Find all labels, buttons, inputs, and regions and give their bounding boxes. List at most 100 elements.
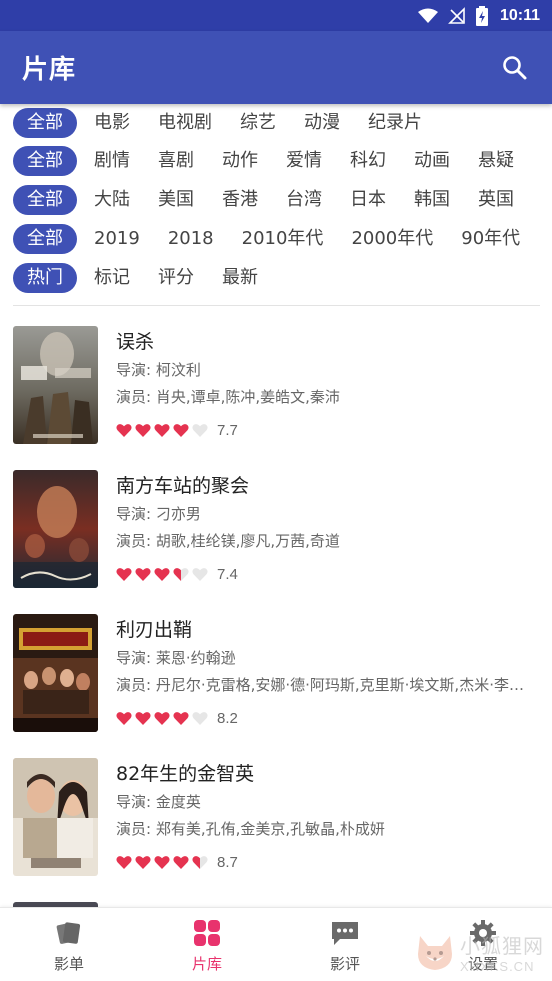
rating: 7.7 xyxy=(116,416,534,444)
filter-chip[interactable]: 2019 xyxy=(80,224,154,254)
heart-full-icon xyxy=(116,423,132,437)
nav-label: 影单 xyxy=(53,955,84,973)
filter-chip[interactable]: 英国 xyxy=(464,185,528,215)
filter-chip[interactable]: 剧情 xyxy=(80,146,144,176)
status-bar: 10:11 xyxy=(0,0,552,31)
nav-label: 设置 xyxy=(467,955,498,973)
filter-row-sort: 热门 标记 评分 最新 xyxy=(0,258,552,297)
heart-half-icon xyxy=(173,567,189,581)
movie-title: 82年生的金智英 xyxy=(116,763,255,785)
movie-cast: 演员: 肖央,谭卓,陈冲,姜皓文,秦沛 xyxy=(116,388,340,406)
filter-chip[interactable]: 喜剧 xyxy=(144,146,208,176)
filter-chip[interactable]: 日本 xyxy=(336,185,400,215)
movie-director: 导演: 柯汶利 xyxy=(116,361,201,379)
filter-chip[interactable]: 综艺 xyxy=(226,108,290,138)
movie-title: 南方车站的聚会 xyxy=(116,475,250,497)
heart-full-icon xyxy=(135,711,151,725)
filter-chip[interactable]: 悬疑 xyxy=(464,146,528,176)
filter-chip[interactable]: 电影 xyxy=(80,108,144,138)
filter-chip[interactable]: 动画 xyxy=(400,146,464,176)
rating-score: 7.4 xyxy=(217,565,238,583)
heart-full-icon xyxy=(116,855,132,869)
chat-icon xyxy=(330,918,360,948)
filter-chip[interactable]: 爱情 xyxy=(272,146,336,176)
filter-row-year: 全部 2019 2018 2010年代 2000年代 90年代 xyxy=(0,219,552,258)
filter-chip[interactable]: 标记 xyxy=(80,263,144,293)
heart-full-icon xyxy=(173,855,189,869)
filter-row-region: 全部 大陆 美国 香港 台湾 日本 韩国 英国 xyxy=(0,180,552,219)
filter-chip[interactable]: 2000年代 xyxy=(337,224,447,254)
movie-title: 利刃出鞘 xyxy=(116,619,193,641)
movie-item[interactable]: 误杀 导演: 柯汶利 演员: 肖央,谭卓,陈冲,姜皓文,秦沛 7.7 xyxy=(0,326,552,470)
movie-item[interactable]: 利刃出鞘 导演: 莱恩·约翰逊 演员: 丹尼尔·克雷格,安娜·德·阿玛斯,克里斯… xyxy=(0,614,552,758)
rating: 7.4 xyxy=(116,560,534,588)
movie-list: 误杀 导演: 柯汶利 演员: 肖央,谭卓,陈冲,姜皓文,秦沛 7.7 南方车站的… xyxy=(0,326,552,902)
filter-chip-active[interactable]: 全部 xyxy=(13,107,77,138)
filter-chip[interactable]: 2010年代 xyxy=(228,224,338,254)
filter-chip[interactable]: 韩国 xyxy=(400,185,464,215)
filter-chip[interactable]: 2018 xyxy=(154,224,228,254)
nav-label: 片库 xyxy=(191,955,222,973)
filter-chip-active[interactable]: 全部 xyxy=(13,184,77,215)
rating-score: 8.2 xyxy=(217,709,238,727)
heart-full-icon xyxy=(135,423,151,437)
rating: 8.2 xyxy=(116,704,534,732)
heart-empty-icon xyxy=(192,567,208,581)
heart-full-icon xyxy=(116,711,132,725)
nav-item-reviews[interactable]: 影评 xyxy=(276,908,414,981)
movie-poster xyxy=(13,470,98,588)
filter-chip[interactable]: 大陆 xyxy=(80,185,144,215)
filter-chip[interactable]: 美国 xyxy=(144,185,208,215)
filter-row-type: 全部 电影 电视剧 综艺 动漫 纪录片 xyxy=(0,104,552,141)
battery-icon xyxy=(475,5,488,26)
filter-chip[interactable]: 最新 xyxy=(208,263,272,293)
filter-chip-active[interactable]: 全部 xyxy=(13,145,77,176)
nav-item-lists[interactable]: 影单 xyxy=(0,908,138,981)
grid-icon xyxy=(192,918,222,948)
status-time: 10:11 xyxy=(499,6,540,24)
movie-director: 导演: 金度英 xyxy=(116,793,201,811)
filter-chip[interactable]: 电视剧 xyxy=(144,108,226,138)
heart-full-icon xyxy=(154,567,170,581)
heart-full-icon xyxy=(154,711,170,725)
movie-poster xyxy=(13,758,98,876)
filter-chip[interactable]: 台湾 xyxy=(272,185,336,215)
filter-panel: 全部 电影 电视剧 综艺 动漫 纪录片 全部 剧情 喜剧 动作 爱情 科幻 动画… xyxy=(0,104,552,297)
filter-chip-active[interactable]: 全部 xyxy=(13,223,77,254)
filter-chip-active[interactable]: 热门 xyxy=(13,262,77,293)
movie-cast: 演员: 胡歌,桂纶镁,廖凡,万茜,奇道 xyxy=(116,532,340,550)
gear-icon xyxy=(468,918,498,948)
movie-director: 导演: 莱恩·约翰逊 xyxy=(116,649,236,667)
heart-empty-icon xyxy=(192,423,208,437)
cards-icon xyxy=(54,918,84,948)
divider xyxy=(13,305,540,306)
page-title: 片库 xyxy=(22,55,77,85)
nav-item-library[interactable]: 片库 xyxy=(138,908,276,981)
filter-chip[interactable]: 纪录片 xyxy=(354,108,436,138)
heart-full-icon xyxy=(116,567,132,581)
movie-poster xyxy=(13,614,98,732)
rating-hearts xyxy=(116,423,208,438)
app-bar: 片库 xyxy=(0,31,552,104)
filter-chip[interactable]: 90年代 xyxy=(447,224,534,254)
nav-item-settings[interactable]: 设置 xyxy=(414,908,552,981)
rating-hearts xyxy=(116,567,208,582)
rating-hearts xyxy=(116,855,208,870)
heart-empty-icon xyxy=(192,711,208,725)
heart-full-icon xyxy=(154,855,170,869)
movie-item[interactable]: 82年生的金智英 导演: 金度英 演员: 郑有美,孔侑,金美京,孔敏晶,朴成妍 … xyxy=(0,758,552,902)
movie-item[interactable]: 南方车站的聚会 导演: 刁亦男 演员: 胡歌,桂纶镁,廖凡,万茜,奇道 7.4 xyxy=(0,470,552,614)
filter-chip[interactable]: 动漫 xyxy=(290,108,354,138)
filter-chip[interactable]: 科幻 xyxy=(336,146,400,176)
heart-half-icon xyxy=(192,855,208,869)
search-button[interactable] xyxy=(500,53,530,83)
filter-chip[interactable]: 香港 xyxy=(208,185,272,215)
heart-full-icon xyxy=(154,423,170,437)
nav-label: 影评 xyxy=(329,955,360,973)
movie-cast: 演员: 丹尼尔·克雷格,安娜·德·阿玛斯,克里斯·埃文斯,杰米·李… xyxy=(116,676,524,694)
filter-chip[interactable]: 评分 xyxy=(144,263,208,293)
heart-full-icon xyxy=(135,855,151,869)
filter-chip[interactable]: 动作 xyxy=(208,146,272,176)
search-icon xyxy=(503,55,527,79)
movie-director: 导演: 刁亦男 xyxy=(116,505,201,523)
